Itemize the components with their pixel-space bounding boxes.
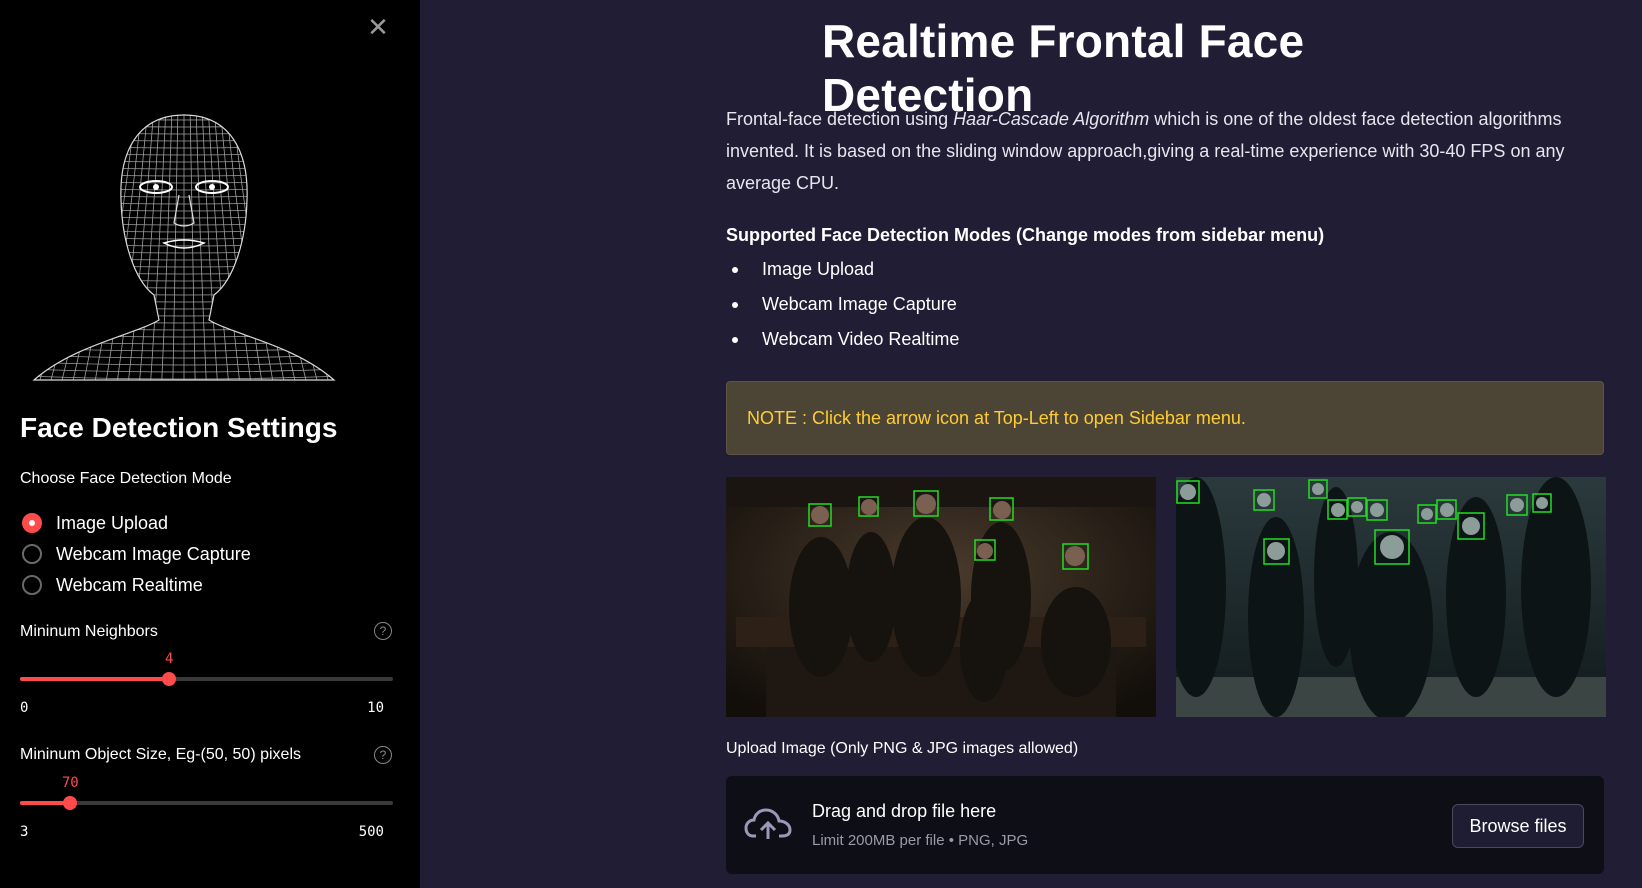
list-item-label: Webcam Image Capture (762, 294, 957, 314)
radio-label: Webcam Realtime (56, 574, 203, 595)
sidebar-title: Face Detection Settings (20, 412, 338, 443)
slider-min: 3 (20, 824, 29, 840)
radio-label: Image Upload (56, 512, 169, 533)
help-icon[interactable]: ? (374, 622, 392, 640)
radio-label: Webcam Image Capture (56, 543, 251, 564)
bullet-icon (732, 336, 738, 343)
slider-max: 500 (358, 824, 384, 840)
bullet-icon (732, 301, 738, 308)
min-neighbors-slider[interactable] (20, 672, 393, 686)
radio-button[interactable] (22, 544, 42, 564)
close-icon[interactable]: ✕ (365, 14, 391, 40)
radio-button-selected[interactable] (22, 513, 42, 533)
slider-fill (20, 677, 170, 681)
slider-min: 0 (20, 700, 29, 716)
bullet-icon (732, 266, 738, 273)
mode-label: Choose Face Detection Mode (20, 470, 232, 487)
file-dropzone[interactable]: Drag and drop file here Limit 200MB per … (726, 776, 1604, 874)
sample-image-crowd-photo (1176, 477, 1606, 717)
list-item-label: Image Upload (762, 259, 875, 279)
radio-webcam-image-capture[interactable]: Webcam Image Capture (22, 541, 251, 567)
help-icon[interactable]: ? (374, 746, 392, 764)
radio-webcam-realtime[interactable]: Webcam Realtime (22, 572, 203, 598)
list-item: Webcam Video Realtime (726, 329, 959, 350)
min-object-size-label: Mininum Object Size, Eg-(50, 50) pixels (20, 746, 301, 763)
upload-label: Upload Image (Only PNG & JPG images allo… (726, 740, 1079, 757)
slider-thumb[interactable] (162, 672, 177, 686)
sample-image-group-photo (726, 477, 1156, 717)
list-item-label: Webcam Video Realtime (762, 329, 960, 349)
radio-image-upload[interactable]: Image Upload (22, 510, 168, 536)
desc-prefix: Frontal-face detection using (726, 109, 954, 129)
list-item: Webcam Image Capture (726, 294, 957, 315)
drag-drop-text: Drag and drop file here (812, 801, 997, 821)
slider-thumb[interactable] (63, 796, 78, 810)
description: Frontal-face detection using Haar-Cascad… (726, 103, 1606, 199)
radio-button[interactable] (22, 575, 42, 595)
min-object-size-slider[interactable] (20, 796, 393, 810)
slider-value: 4 (164, 651, 174, 667)
min-neighbors-label: Mininum Neighbors (20, 623, 158, 640)
browse-files-button[interactable]: Browse files (1452, 804, 1584, 848)
list-item: Image Upload (726, 259, 874, 280)
note-alert: NOTE : Click the arrow icon at Top-Left … (726, 381, 1604, 455)
modes-heading: Supported Face Detection Modes (Change m… (726, 225, 1325, 245)
slider-max: 10 (367, 700, 384, 716)
algorithm-name: Haar-Cascade Algorithm (953, 109, 1150, 129)
file-limit-text: Limit 200MB per file • PNG, JPG (812, 832, 1029, 849)
sidebar: ✕ Face Detection Settings Choose Face De… (0, 0, 420, 888)
cloud-upload-icon (744, 808, 792, 839)
slider-value: 70 (61, 775, 79, 791)
wireframe-face-image (32, 114, 336, 381)
